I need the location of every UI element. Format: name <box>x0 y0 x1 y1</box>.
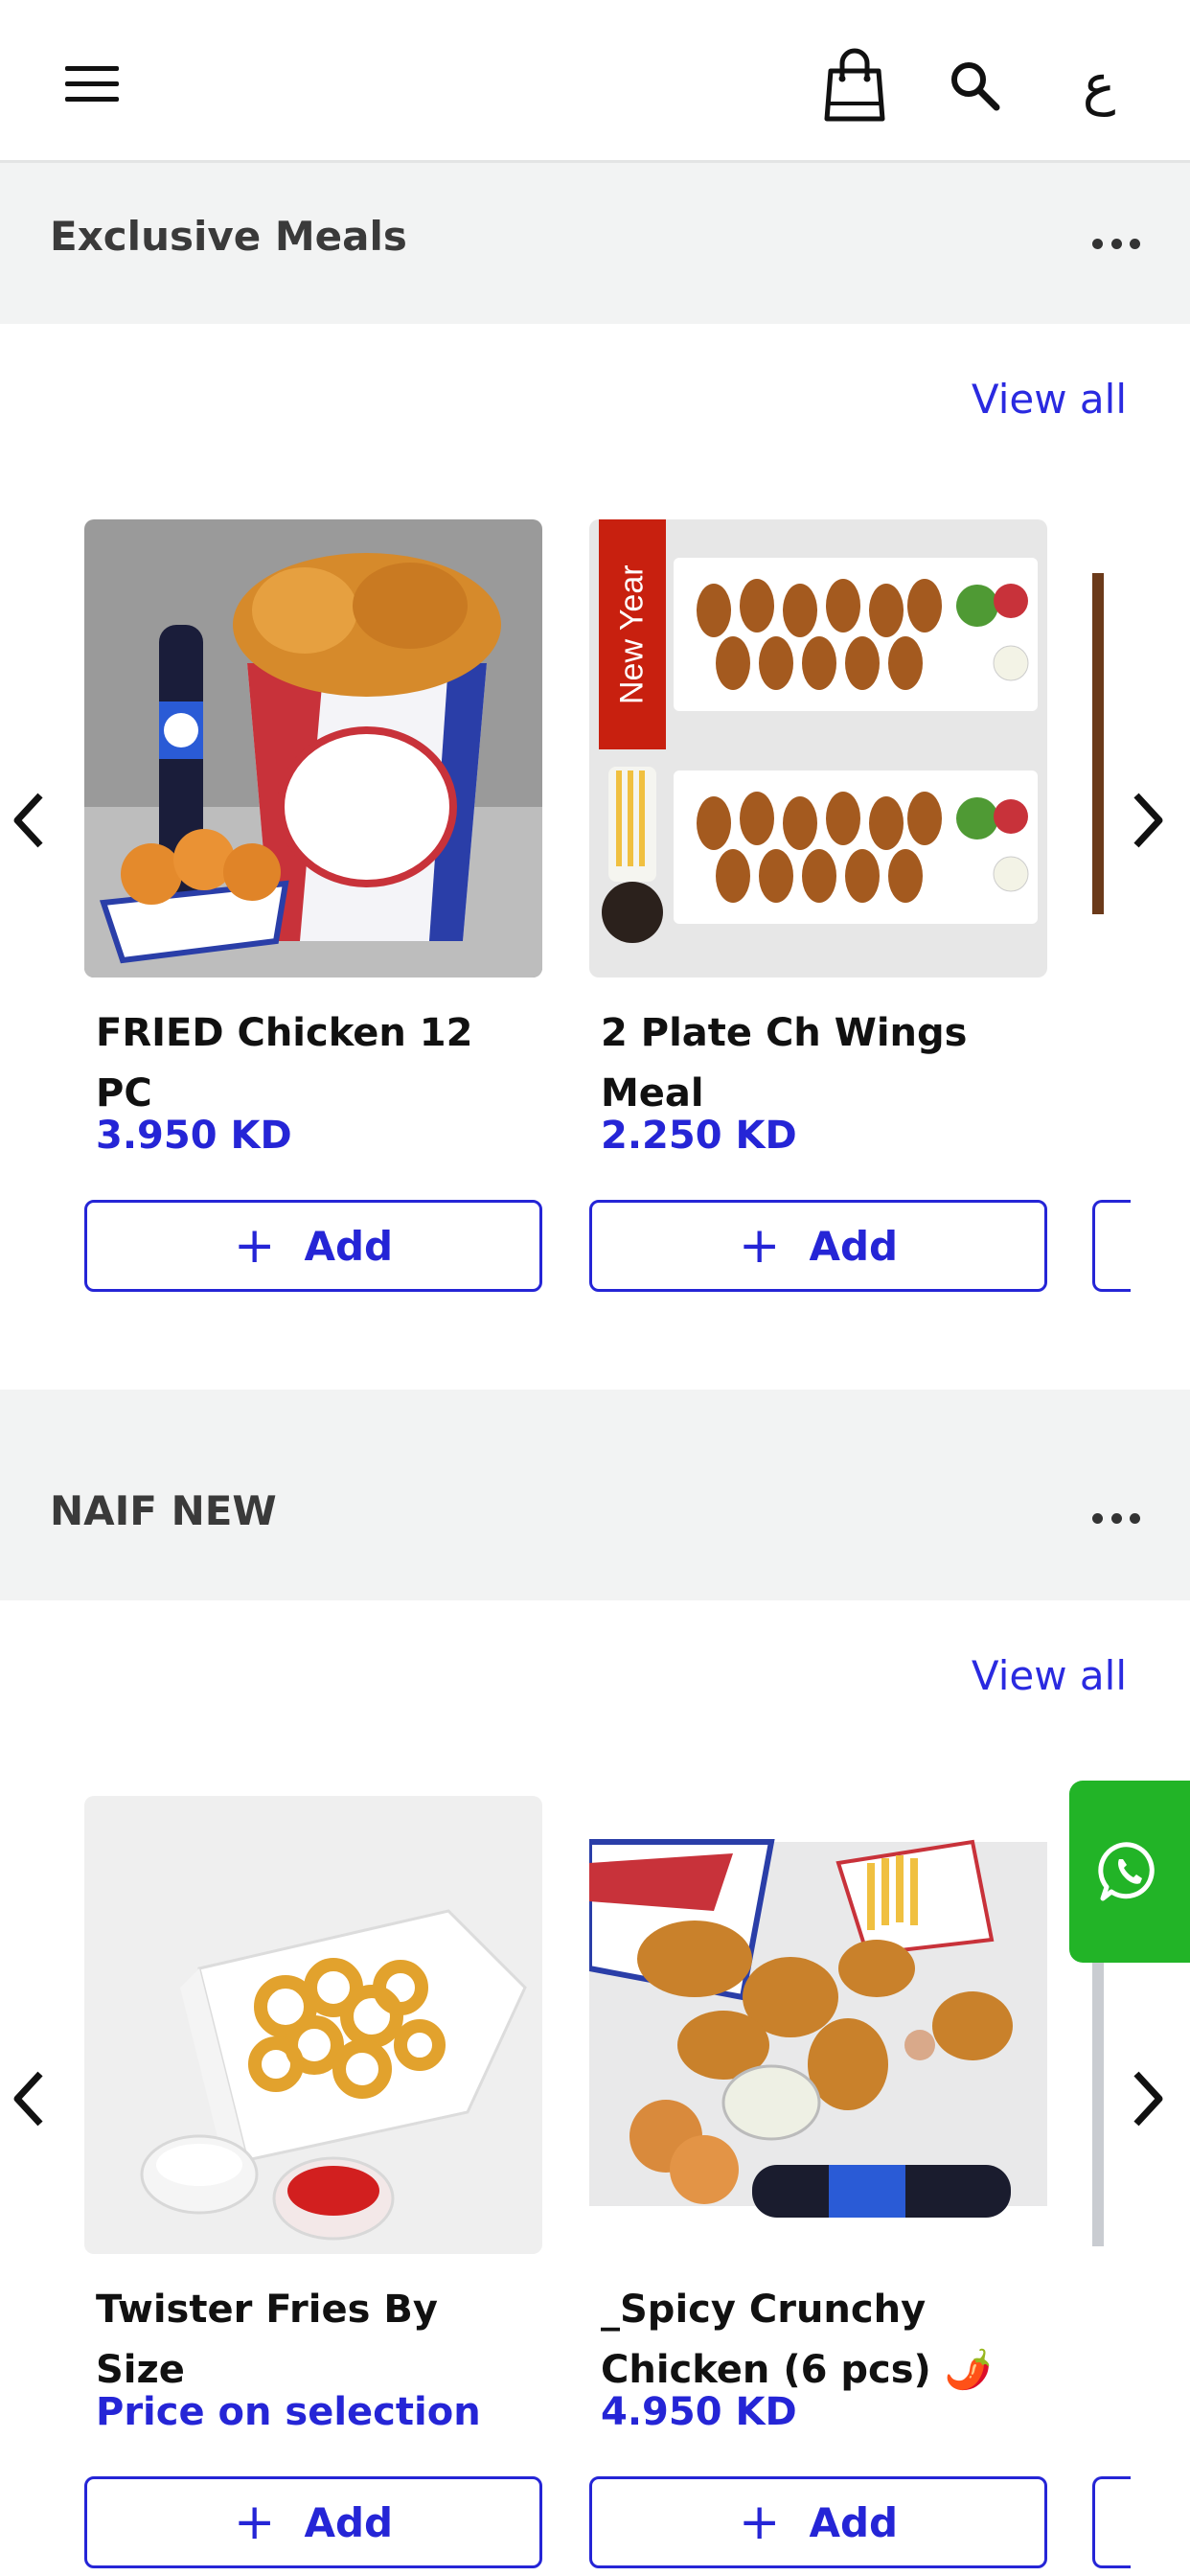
twister-fries-image[interactable] <box>84 1796 542 2254</box>
product-carousel-panel: View all FRIED Chicken 12 PC 3.950 KD + … <box>0 324 1190 1390</box>
section-title: NAIF NEW <box>50 1487 277 1534</box>
add-button-peek[interactable] <box>1092 1200 1131 1292</box>
view-all-link[interactable]: View all <box>972 1652 1127 1699</box>
dot-icon <box>1130 238 1140 249</box>
cart-button[interactable] <box>814 42 895 128</box>
product-name[interactable]: 2 Plate Ch Wings Meal <box>601 1003 1041 1124</box>
dot-icon <box>1092 1512 1103 1524</box>
section-more-button[interactable] <box>1092 1508 1140 1528</box>
plus-icon: + <box>233 1217 276 1275</box>
product-name[interactable]: Twister Fries By Size <box>96 2280 537 2401</box>
dot-icon <box>1110 238 1122 249</box>
section-header-exclusive-meals: Exclusive Meals <box>0 163 1190 324</box>
whatsapp-icon <box>1098 1842 1155 1901</box>
add-to-cart-button[interactable]: + Add <box>84 2476 542 2568</box>
carousel-prev-button[interactable] <box>2 782 56 859</box>
hamburger-menu-icon <box>65 66 119 102</box>
product-price: Price on selection <box>96 2390 481 2434</box>
add-to-cart-button[interactable]: + Add <box>589 2476 1047 2568</box>
add-button-label: Add <box>304 1222 394 1270</box>
dot-icon <box>1110 1512 1122 1524</box>
add-to-cart-button[interactable]: + Add <box>84 1200 542 1292</box>
product-price: 3.950 KD <box>96 1114 292 1158</box>
spicy-crunchy-chicken-image[interactable] <box>589 1796 1047 2254</box>
dot-icon <box>1092 238 1103 249</box>
top-app-bar: ع <box>0 0 1190 163</box>
plus-icon: + <box>233 2494 276 2551</box>
language-toggle[interactable]: ع <box>1065 44 1133 125</box>
new-year-ribbon: New Year <box>613 564 651 704</box>
add-button-label: Add <box>809 2498 899 2546</box>
dot-icon <box>1130 1512 1140 1524</box>
chevron-left-icon <box>13 793 43 848</box>
search-button[interactable] <box>941 52 1008 119</box>
carousel-prev-button[interactable] <box>2 2060 56 2137</box>
plus-icon: + <box>738 2494 781 2551</box>
add-button-label: Add <box>304 2498 394 2546</box>
view-all-link[interactable]: View all <box>972 376 1127 423</box>
plus-icon: + <box>738 1217 781 1275</box>
wings-plate-image[interactable]: New Year <box>589 519 1047 978</box>
add-button-label: Add <box>809 1222 899 1270</box>
section-title: Exclusive Meals <box>50 213 407 260</box>
product-carousel-panel: View all Twister Fries By Size Price on … <box>0 1600 1190 2576</box>
product-price: 4.950 KD <box>601 2390 797 2434</box>
search-icon <box>951 62 1000 111</box>
language-label: ع <box>1082 52 1116 117</box>
add-button-peek[interactable] <box>1092 2476 1131 2568</box>
section-header-naif-new: NAIF NEW <box>0 1390 1190 1551</box>
product-price: 2.250 KD <box>601 1114 797 1158</box>
product-card-peek[interactable] <box>1092 519 1190 1296</box>
fried-chicken-bucket-image[interactable] <box>84 519 542 978</box>
shopping-bag-icon <box>824 48 885 122</box>
menu-button[interactable] <box>56 48 128 121</box>
product-image-peek <box>1092 573 1104 914</box>
whatsapp-chat-button[interactable] <box>1069 1781 1190 1963</box>
chevron-left-icon <box>13 2071 43 2127</box>
add-to-cart-button[interactable]: + Add <box>589 1200 1047 1292</box>
section-more-button[interactable] <box>1092 234 1140 253</box>
product-name[interactable]: _Spicy Crunchy Chicken (6 pcs) 🌶️ <box>601 2280 1041 2401</box>
product-name[interactable]: FRIED Chicken 12 PC <box>96 1003 537 1124</box>
